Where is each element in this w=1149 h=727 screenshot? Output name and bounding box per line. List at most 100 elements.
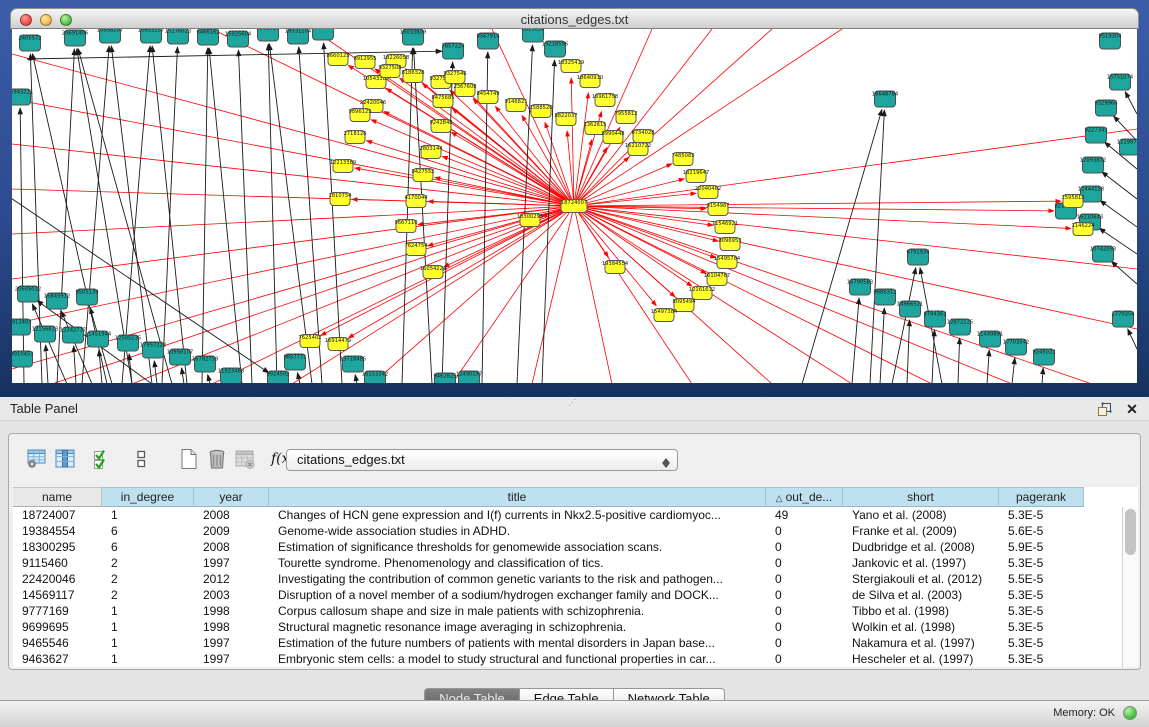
cell-short[interactable]: de Silva et al. (2003) [843, 587, 999, 603]
citation-edge-black[interactable] [987, 350, 989, 383]
graph-node[interactable]: 8454749 [476, 91, 499, 104]
cell-title[interactable]: Disruption of a novel member of a sodium… [269, 587, 766, 603]
citation-edge-black[interactable] [355, 375, 357, 383]
window-title-bar[interactable]: citations_edges.txt [10, 8, 1139, 29]
cell-in_degree[interactable]: 2 [102, 587, 194, 603]
graph-node[interactable]: 20691406 [62, 30, 88, 46]
table-selector-dropdown[interactable]: citations_edges.txt [286, 449, 678, 471]
citation-edge-red[interactable] [292, 206, 574, 383]
citation-edge-black[interactable] [324, 43, 342, 383]
cell-out_degree[interactable]: 0 [766, 523, 843, 539]
cell-title[interactable]: Corpus callosum shape and size in male p… [269, 603, 766, 619]
cell-out_degree[interactable]: 0 [766, 571, 843, 587]
scrollbar-thumb[interactable] [1125, 509, 1136, 555]
cell-short[interactable]: Dudbridge et al. (2008) [843, 539, 999, 555]
column-header-year[interactable]: year [194, 487, 269, 507]
citation-edge-black[interactable] [958, 338, 960, 383]
cell-title[interactable]: Structural magnetic resonance image aver… [269, 619, 766, 635]
graph-node[interactable]: 1595812 [1061, 195, 1084, 208]
cell-pagerank[interactable]: 5.9E-5 [999, 539, 1084, 555]
cell-year[interactable]: 1997 [194, 555, 269, 571]
cell-name[interactable]: 18724007 [13, 507, 102, 523]
graph-node[interactable]: 16648784 [872, 91, 899, 107]
table-row[interactable]: 1938455462009Genome-wide association stu… [13, 523, 1122, 539]
cell-year[interactable]: 1998 [194, 619, 269, 635]
graph-node[interactable]: 12872125 [947, 319, 973, 335]
cell-in_degree[interactable]: 2 [102, 555, 194, 571]
graph-node[interactable]: 9567914 [476, 33, 500, 49]
citation-edge-black[interactable] [1042, 368, 1043, 383]
graph-node[interactable]: 6466162 [196, 29, 219, 45]
citation-edge-red[interactable] [574, 206, 1137, 269]
graph-node[interactable]: 12490197 [456, 371, 482, 383]
citation-edge-black[interactable] [297, 373, 300, 383]
graph-node[interactable]: 10958207 [97, 29, 123, 43]
citation-edge-red[interactable] [12, 54, 574, 206]
table-settings-button[interactable] [23, 445, 51, 473]
cell-short[interactable]: Wolkin et al. (1998) [843, 619, 999, 635]
column-header-out_de[interactable]: △out_de... [766, 487, 843, 507]
graph-node[interactable]: 9329966 [1094, 100, 1117, 116]
cell-title[interactable]: Tourette syndrome. Phenomenology and cla… [269, 555, 766, 571]
citation-edge-red[interactable] [574, 206, 612, 383]
cell-pagerank[interactable]: 5.3E-5 [999, 587, 1084, 603]
graph-node[interactable]: 16790583 [847, 279, 873, 295]
citation-edge-red[interactable] [574, 179, 684, 206]
citation-edge-red[interactable] [574, 206, 706, 274]
cell-year[interactable]: 2003 [194, 587, 269, 603]
cell-title[interactable]: Genome-wide association studies in ADHD. [269, 523, 766, 539]
citation-edge-black[interactable] [1102, 172, 1137, 199]
graph-node[interactable]: 7955812 [614, 111, 637, 124]
citation-edge-red[interactable] [574, 193, 696, 206]
cell-pagerank[interactable]: 5.3E-5 [999, 603, 1084, 619]
graph-node[interactable]: 6734028 [631, 130, 654, 143]
citation-edge-black[interactable] [1012, 358, 1015, 383]
citation-edge-black[interactable] [1114, 116, 1137, 141]
column-header-pagerank[interactable]: pagerank [999, 487, 1084, 507]
cell-in_degree[interactable]: 6 [102, 523, 194, 539]
graph-node[interactable]: 19384554 [602, 261, 629, 274]
cell-short[interactable]: Nakamura et al. (1997) [843, 635, 999, 651]
cell-title[interactable]: Changes of HCN gene expression and I(f) … [269, 507, 766, 523]
network-canvas[interactable]: 2405572206914061095820710653257152760236… [12, 29, 1137, 383]
citation-edge-red[interactable] [384, 111, 574, 206]
citation-edge-red[interactable] [574, 157, 629, 206]
table-row[interactable]: 969969511998Structural magnetic resonanc… [13, 619, 1122, 635]
cell-pagerank[interactable]: 5.5E-5 [999, 571, 1084, 587]
divider-grip[interactable]: ⋰ [568, 400, 578, 406]
graph-node[interactable]: 8813054 [521, 29, 545, 42]
graph-node[interactable]: 16961758 [592, 94, 618, 107]
row-selection-button[interactable] [89, 445, 117, 473]
table-row[interactable]: 1872400712008Changes of HCN gene express… [13, 507, 1122, 523]
citation-edge-red[interactable] [574, 206, 675, 297]
citation-edge-black[interactable] [892, 268, 916, 383]
cell-out_degree[interactable]: 0 [766, 635, 843, 651]
citation-edge-black[interactable] [1125, 92, 1137, 114]
cell-pagerank[interactable]: 5.3E-5 [999, 651, 1084, 667]
cell-year[interactable]: 1997 [194, 635, 269, 651]
vertical-scrollbar[interactable] [1122, 507, 1138, 667]
graph-node[interactable]: 9794363 [923, 311, 946, 327]
citation-edge-red[interactable] [574, 206, 1071, 228]
graph-node[interactable]: 8096953 [718, 238, 741, 251]
table-row[interactable]: 1456911722003Disruption of a novel membe… [13, 587, 1122, 603]
graph-node[interactable]: 16104787 [704, 273, 730, 286]
cell-out_degree[interactable]: 0 [766, 603, 843, 619]
graph-node[interactable]: 9924502 [266, 371, 289, 383]
graph-node[interactable]: 18300295 [517, 214, 543, 227]
graph-node[interactable]: 3913403 [12, 319, 32, 335]
cell-name[interactable]: 9465546 [13, 635, 102, 651]
citation-edge-black[interactable] [74, 346, 76, 383]
graph-node[interactable]: 2367608 [453, 84, 476, 97]
graph-node[interactable]: 11451944 [85, 331, 112, 347]
citation-edge-red[interactable] [12, 206, 574, 279]
graph-node[interactable]: 17957223 [140, 342, 166, 358]
graph-node[interactable]: 15276023 [165, 29, 191, 44]
cell-short[interactable]: Franke et al. (2009) [843, 523, 999, 539]
cell-out_degree[interactable]: 0 [766, 619, 843, 635]
citation-network-graph[interactable]: 2405572206914061095820710653257152760236… [12, 29, 1137, 383]
graph-node[interactable]: 2405572 [18, 35, 41, 51]
graph-node[interactable]: 12161612 [689, 287, 715, 300]
graph-node[interactable]: 1588520 [529, 105, 552, 118]
graph-node[interactable]: 15497384 [651, 309, 678, 322]
